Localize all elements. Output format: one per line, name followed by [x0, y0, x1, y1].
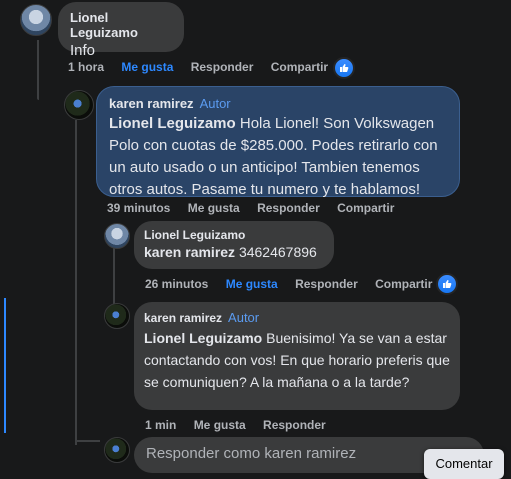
- scroll-indicator: [4, 298, 6, 433]
- like-button[interactable]: Me gusta: [226, 277, 278, 291]
- avatar[interactable]: [64, 90, 94, 120]
- comment-author[interactable]: Lionel Leguizamo: [70, 10, 172, 40]
- comment-author[interactable]: Lionel Leguizamo: [144, 228, 324, 242]
- thread-line: [113, 245, 115, 305]
- comment-text: Info: [70, 42, 96, 59]
- comment-body: 3462467896: [235, 244, 317, 260]
- comment-time[interactable]: 1 min: [145, 418, 176, 432]
- thread-line: [37, 90, 39, 100]
- comment-bubble: Lionel Leguizamo Info: [58, 2, 184, 59]
- thread-line: [75, 120, 77, 445]
- comment-bubble: karen ramirez Autor Lionel Leguizamo Buen…: [134, 302, 460, 410]
- comment-time[interactable]: 26 minutos: [145, 277, 208, 291]
- comment-text: Lionel Leguizamo Hola Lionel! Son Volksw…: [109, 113, 447, 201]
- reply-button[interactable]: Responder: [257, 201, 320, 215]
- comment-time[interactable]: 39 minutos: [107, 201, 170, 215]
- mention[interactable]: Lionel Leguizamo: [144, 330, 262, 346]
- comment-bubble-highlighted: karen ramirez Autor Lionel Leguizamo Hola…: [96, 86, 460, 198]
- mention[interactable]: karen ramirez: [144, 244, 235, 260]
- thumbs-up-icon[interactable]: [436, 273, 458, 295]
- comment-actions: 1 hora Me gusta Responder Compartir: [68, 60, 342, 74]
- comment-actions: 26 minutos Me gusta Responder Compartir: [145, 277, 446, 291]
- comment-author[interactable]: karen ramirez: [144, 311, 222, 325]
- comment-time[interactable]: 1 hora: [68, 60, 104, 74]
- avatar[interactable]: [20, 4, 52, 36]
- author-badge: Autor: [199, 96, 231, 111]
- like-button[interactable]: Me gusta: [194, 418, 246, 432]
- thread-line: [75, 440, 100, 442]
- comment-actions: 39 minutos Me gusta Responder Compartir: [107, 201, 408, 215]
- comment-text: karen ramirez 3462467896: [144, 242, 324, 262]
- reply-button[interactable]: Responder: [191, 60, 254, 74]
- author-badge: Autor: [228, 310, 260, 325]
- like-button[interactable]: Me gusta: [188, 201, 240, 215]
- mention[interactable]: Lionel Leguizamo: [109, 115, 236, 132]
- thumbs-up-icon[interactable]: [333, 57, 355, 79]
- reply-button[interactable]: Responder: [263, 418, 326, 432]
- thread-line: [37, 40, 39, 90]
- avatar: [104, 437, 130, 463]
- like-button[interactable]: Me gusta: [121, 60, 173, 74]
- comment-text: Lionel Leguizamo Buenisimo! Ya se van a …: [144, 327, 450, 393]
- share-button[interactable]: Compartir: [271, 60, 328, 74]
- submit-comment-button[interactable]: Comentar: [424, 449, 504, 479]
- reply-button[interactable]: Responder: [295, 277, 358, 291]
- comment-actions: 1 min Me gusta Responder: [145, 418, 340, 432]
- share-button[interactable]: Compartir: [337, 201, 394, 215]
- avatar[interactable]: [104, 223, 130, 249]
- share-button[interactable]: Compartir: [375, 277, 432, 291]
- comment-author[interactable]: karen ramirez: [109, 96, 194, 111]
- avatar[interactable]: [104, 303, 130, 329]
- comment-bubble: Lionel Leguizamo karen ramirez 346246789…: [134, 221, 334, 269]
